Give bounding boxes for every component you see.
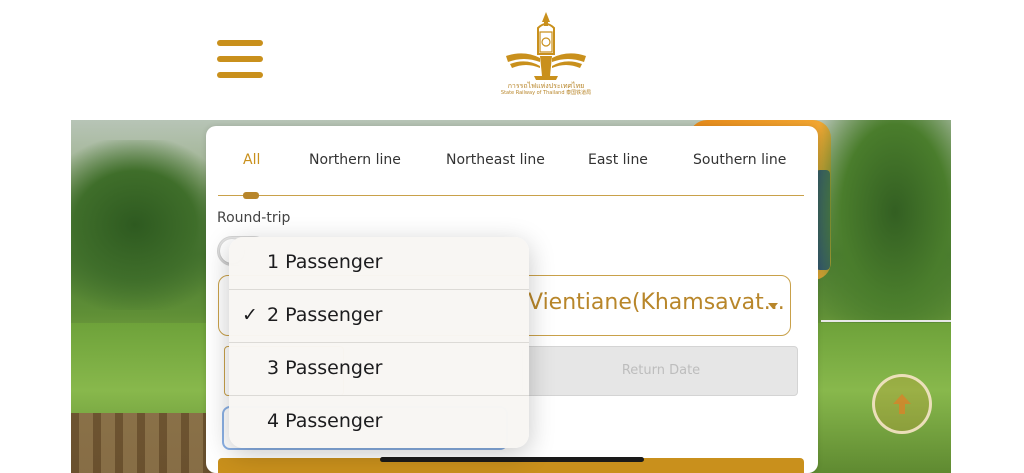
tab-east-line[interactable]: East line — [588, 152, 648, 168]
header: การรถไฟแห่งประเทศไทย State Railway of Th… — [0, 0, 1024, 120]
passenger-option-3[interactable]: 3 Passenger — [229, 343, 529, 396]
hamburger-icon[interactable] — [217, 40, 263, 78]
passenger-option-1[interactable]: 1 Passenger — [229, 237, 529, 290]
scroll-to-top-button[interactable] — [872, 374, 932, 434]
passenger-option-label: 3 Passenger — [267, 357, 383, 379]
hero-fence — [821, 320, 951, 330]
hero-trees-right — [811, 120, 951, 350]
checkmark-icon: ✓ — [242, 304, 258, 326]
tab-all[interactable]: All — [243, 152, 260, 168]
passenger-option-2[interactable]: ✓ 2 Passenger — [229, 290, 529, 343]
destination-value: Vientiane(Khamsavat... — [528, 290, 785, 315]
line-tabs: All Northern line Northeast line East li… — [206, 126, 818, 199]
hero-rail-track — [71, 413, 221, 473]
passenger-dropdown-menu: 1 Passenger ✓ 2 Passenger 3 Passenger 4 … — [229, 237, 529, 448]
tab-active-indicator — [243, 192, 259, 199]
passenger-option-label: 1 Passenger — [267, 251, 383, 273]
passenger-option-4[interactable]: 4 Passenger — [229, 396, 529, 448]
return-date-placeholder: Return Date — [621, 363, 701, 378]
tab-northern-line[interactable]: Northern line — [309, 152, 401, 168]
tab-northeast-line[interactable]: Northeast line — [446, 152, 545, 168]
tab-southern-line[interactable]: Southern line — [693, 152, 786, 168]
srt-logo[interactable]: การรถไฟแห่งประเทศไทย State Railway of Th… — [496, 10, 596, 106]
logo-text-english: State Railway of Thailand 泰国铁道局 — [500, 90, 592, 96]
passenger-option-label: 4 Passenger — [267, 410, 383, 432]
passenger-option-label: 2 Passenger — [267, 304, 383, 326]
logo-text-thai: การรถไฟแห่งประเทศไทย — [507, 82, 585, 90]
tab-underline — [218, 195, 804, 196]
caret-down-icon — [768, 303, 778, 309]
arrow-up-icon — [893, 394, 911, 414]
return-date-field[interactable]: Return Date — [522, 346, 798, 396]
home-indicator — [380, 457, 644, 462]
round-trip-label: Round-trip — [217, 210, 291, 226]
srt-emblem-icon — [506, 12, 586, 80]
